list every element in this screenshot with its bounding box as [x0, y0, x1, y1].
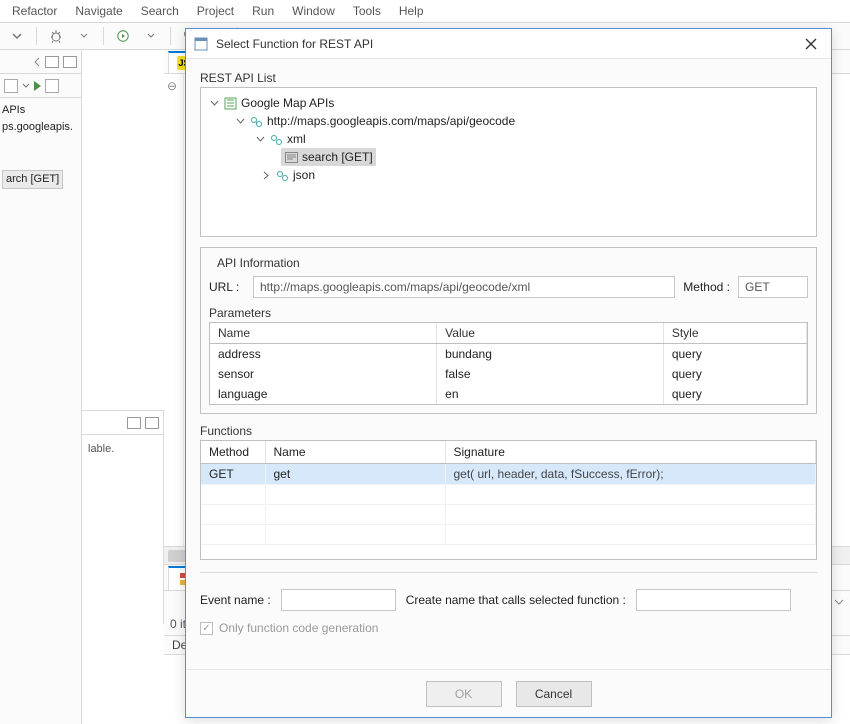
- bug-icon[interactable]: [45, 26, 67, 46]
- play-icon[interactable]: [112, 26, 134, 46]
- menu-search[interactable]: Search: [141, 4, 179, 18]
- separator: [103, 27, 104, 45]
- ok-button[interactable]: OK: [426, 681, 502, 707]
- parameters-table: Name Value Style addressbundangquery sen…: [209, 322, 808, 405]
- editor-gutter: ⊖: [164, 74, 184, 546]
- format-icon: [275, 168, 289, 182]
- chevron-down-icon[interactable]: [255, 134, 265, 144]
- chevron-down-icon[interactable]: [834, 597, 844, 607]
- col-value[interactable]: Value: [437, 323, 664, 344]
- api-information-group: API Information URL : http://maps.google…: [200, 247, 817, 414]
- outline-empty-label: lable.: [82, 435, 163, 463]
- function-name-input[interactable]: [636, 589, 791, 611]
- menu-run[interactable]: Run: [252, 4, 274, 18]
- separator: [36, 27, 37, 45]
- method-field[interactable]: GET: [738, 276, 808, 298]
- event-name-input[interactable]: [281, 589, 396, 611]
- chevron-down-icon[interactable]: [235, 116, 245, 126]
- api-info-label: API Information: [213, 256, 304, 270]
- table-row[interactable]: sensorfalsequery: [210, 364, 807, 384]
- method-label: Method :: [683, 280, 730, 294]
- window-icon: [194, 37, 208, 51]
- tree-item-label: Google Map APIs: [241, 94, 334, 112]
- create-name-label: Create name that calls selected function…: [406, 593, 626, 607]
- tree-item-label: xml: [287, 130, 306, 148]
- tree-item-selected[interactable]: search [GET]: [209, 148, 808, 166]
- functions-label: Functions: [200, 424, 817, 438]
- tree-item[interactable]: arch [GET]: [2, 170, 79, 189]
- chevron-down-icon[interactable]: [22, 82, 30, 90]
- chevron-right-icon[interactable]: [261, 170, 271, 180]
- menu-help[interactable]: Help: [399, 4, 424, 18]
- chevron-down-icon[interactable]: [73, 26, 95, 46]
- minimize-icon[interactable]: [45, 56, 59, 68]
- parameters-label: Parameters: [209, 306, 808, 320]
- tree-item[interactable]: http://maps.googleapis.com/maps/api/geoc…: [209, 112, 808, 130]
- project-explorer: APIs ps.googleapis. arch [GET]: [0, 50, 82, 724]
- url-field[interactable]: http://maps.googleapis.com/maps/api/geoc…: [253, 276, 675, 298]
- menu-project[interactable]: Project: [197, 4, 234, 18]
- operation-icon: [284, 150, 298, 164]
- dialog-titlebar: Select Function for REST API: [186, 29, 831, 59]
- tree-item[interactable]: Google Map APIs: [209, 94, 808, 112]
- cancel-button[interactable]: Cancel: [516, 681, 592, 707]
- separator: [170, 27, 171, 45]
- select-function-dialog: Select Function for REST API REST API Li…: [185, 28, 832, 718]
- chevron-left-icon[interactable]: [33, 56, 41, 68]
- chevron-down-icon[interactable]: [6, 26, 28, 46]
- outline-panel: lable.: [82, 410, 164, 624]
- close-button[interactable]: [799, 32, 823, 56]
- tree-item[interactable]: ps.googleapis.: [2, 119, 79, 136]
- tree-item[interactable]: xml: [209, 130, 808, 148]
- maximize-icon[interactable]: [63, 56, 77, 68]
- table-row[interactable]: addressbundangquery: [210, 344, 807, 365]
- functions-table[interactable]: Method Name Signature GET get get( url, …: [200, 440, 817, 560]
- format-icon: [269, 132, 283, 146]
- col-name[interactable]: Name: [210, 323, 437, 344]
- box-icon[interactable]: [4, 79, 18, 93]
- url-label: URL :: [209, 280, 245, 294]
- map-api-icon: [223, 96, 237, 110]
- event-name-label: Event name :: [200, 593, 271, 607]
- table-row[interactable]: [201, 485, 816, 505]
- menubar: Refactor Navigate Search Project Run Win…: [0, 0, 850, 22]
- tree-item-label: json: [293, 166, 315, 184]
- col-signature[interactable]: Signature: [445, 441, 816, 464]
- only-function-code-checkbox[interactable]: ✓: [200, 622, 213, 635]
- table-row[interactable]: [201, 525, 816, 545]
- box-icon[interactable]: [45, 79, 59, 93]
- chevron-down-icon[interactable]: [140, 26, 162, 46]
- maximize-icon[interactable]: [145, 417, 159, 429]
- chevron-down-icon[interactable]: [209, 98, 219, 108]
- rest-api-list-label: REST API List: [200, 71, 817, 85]
- table-row[interactable]: languageenquery: [210, 384, 807, 404]
- tree-item[interactable]: json: [209, 166, 808, 184]
- rest-api-tree[interactable]: Google Map APIs http://maps.googleapis.c…: [200, 87, 817, 237]
- menu-navigate[interactable]: Navigate: [75, 4, 122, 18]
- table-row[interactable]: [201, 505, 816, 525]
- col-style[interactable]: Style: [663, 323, 806, 344]
- play-icon[interactable]: [34, 81, 41, 91]
- only-function-code-label: Only function code generation: [219, 621, 378, 635]
- tree-item[interactable]: APIs: [2, 102, 79, 119]
- dialog-title: Select Function for REST API: [216, 37, 791, 51]
- table-row[interactable]: GET get get( url, header, data, fSuccess…: [201, 464, 816, 485]
- col-method[interactable]: Method: [201, 441, 265, 464]
- endpoint-icon: [249, 114, 263, 128]
- tree-item-label: http://maps.googleapis.com/maps/api/geoc…: [267, 112, 515, 130]
- tree-item-label: search [GET]: [302, 148, 373, 166]
- col-name[interactable]: Name: [265, 441, 445, 464]
- menu-tools[interactable]: Tools: [353, 4, 381, 18]
- menu-window[interactable]: Window: [292, 4, 335, 18]
- menu-refactor[interactable]: Refactor: [12, 4, 57, 18]
- minimize-icon[interactable]: [127, 417, 141, 429]
